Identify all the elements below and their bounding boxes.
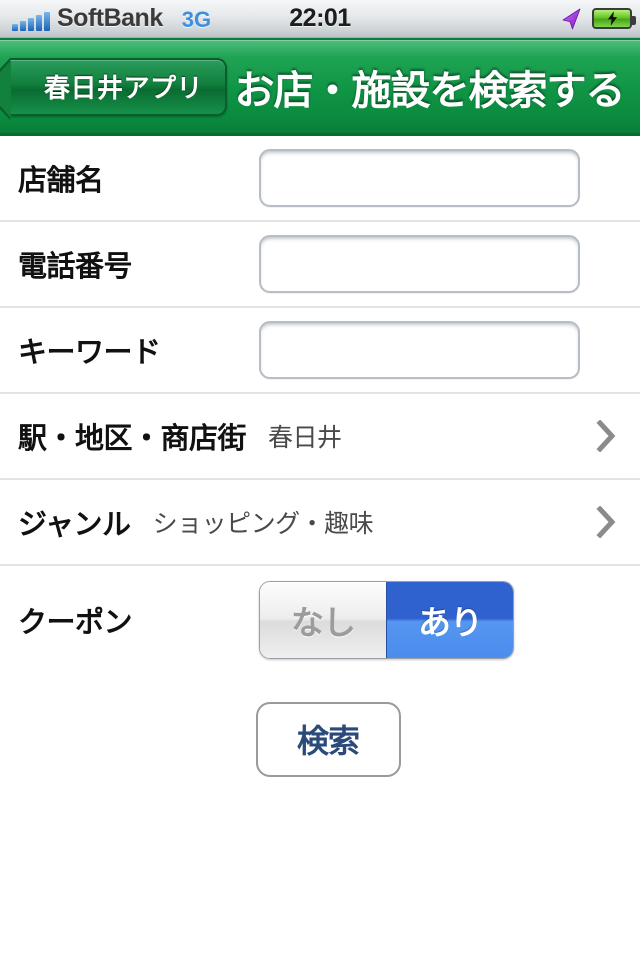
back-arrow-inner-icon: [0, 59, 11, 118]
submit-area: 検索: [0, 674, 640, 804]
chevron-right-icon: [596, 506, 616, 538]
clock: 22:01: [289, 4, 351, 32]
coupon-option-none[interactable]: なし: [260, 582, 386, 658]
label-keyword: キーワード: [18, 337, 161, 369]
label-coupon: クーポン: [18, 607, 133, 639]
page-title: お店・施設を検索する: [234, 68, 626, 113]
coupon-segmented-control[interactable]: なし あり: [259, 581, 514, 659]
chevron-right-icon: [596, 420, 616, 452]
store-name-input[interactable]: [259, 149, 580, 207]
area-selected-value: 春日井: [268, 424, 342, 452]
status-bar: SoftBank 3G 22:01: [0, 0, 640, 38]
form-row-keyword: キーワード: [0, 308, 640, 394]
search-form: 店舗名 電話番号 キーワード 駅・地区・商店街 春日井 ジャンル ショッピング・…: [0, 136, 640, 804]
back-button[interactable]: 春日井アプリ: [0, 57, 228, 120]
genre-selected-value: ショッピング・趣味: [152, 510, 374, 538]
app-screen: SoftBank 3G 22:01 春日井アプリ お店・施設を検索する 店舗名 …: [0, 0, 640, 960]
location-arrow-icon: [562, 8, 581, 29]
label-area: 駅・地区・商店街: [18, 423, 247, 455]
navigation-bar: 春日井アプリ お店・施設を検索する: [0, 38, 640, 136]
keyword-input[interactable]: [259, 321, 580, 379]
status-bar-right: [559, 0, 636, 37]
form-row-area[interactable]: 駅・地区・商店街 春日井: [0, 394, 640, 480]
form-row-phone-number: 電話番号: [0, 222, 640, 308]
back-button-label: 春日井アプリ: [44, 73, 204, 103]
coupon-option-available[interactable]: あり: [386, 582, 513, 658]
search-button[interactable]: 検索: [255, 701, 401, 777]
phone-number-input[interactable]: [259, 235, 580, 293]
battery-charging-icon: [592, 8, 636, 29]
label-genre: ジャンル: [18, 509, 131, 541]
form-row-coupon: クーポン なし あり: [0, 566, 640, 674]
form-row-store-name: 店舗名: [0, 136, 640, 222]
form-row-genre[interactable]: ジャンル ショッピング・趣味: [0, 480, 640, 566]
label-phone-number: 電話番号: [18, 251, 133, 283]
label-store-name: 店舗名: [18, 165, 104, 197]
